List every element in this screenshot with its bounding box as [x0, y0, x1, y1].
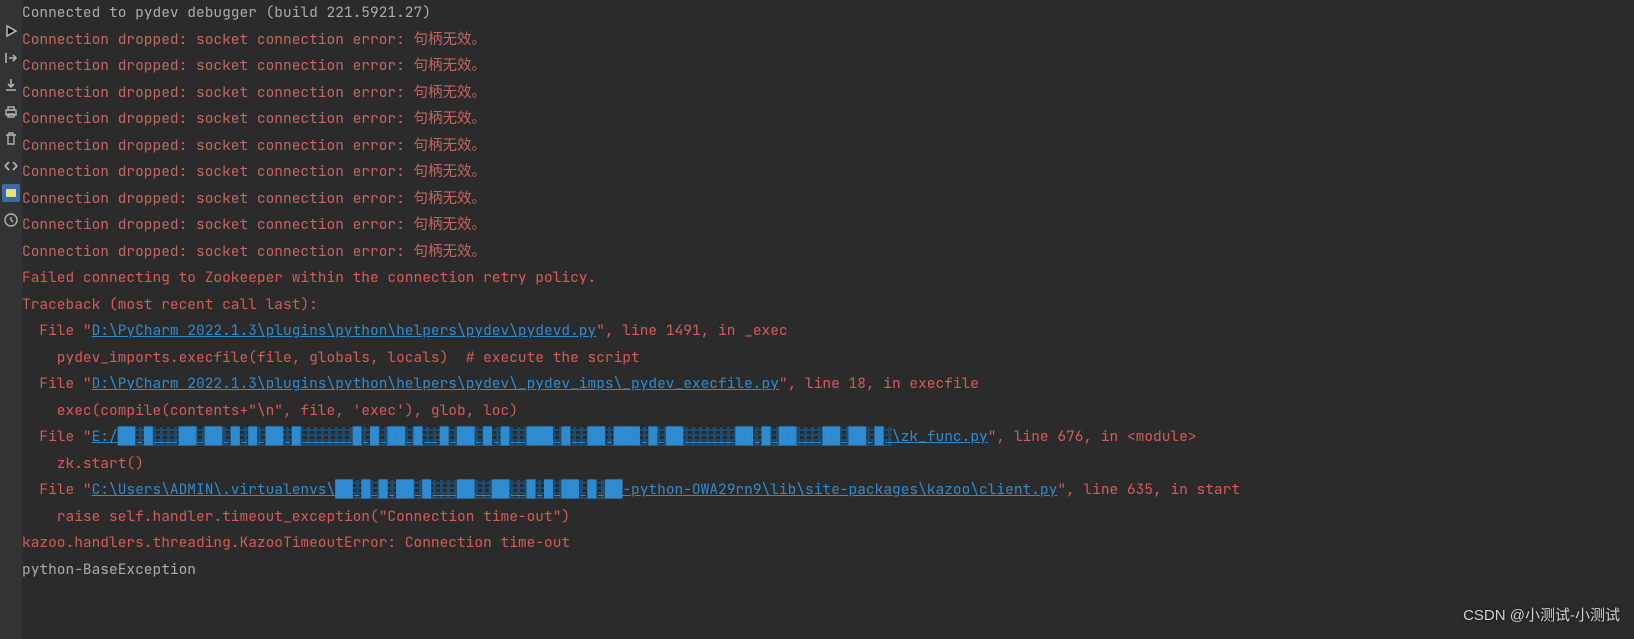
console-line: python-BaseException: [22, 557, 1634, 584]
console-text: File ": [22, 374, 92, 393]
console-line: Connection dropped: socket connection er…: [22, 133, 1634, 160]
file-link[interactable]: D:\PyCharm 2022.1.3\plugins\python\helpe…: [92, 321, 597, 340]
console-text: Failed connecting to Zookeeper within th…: [22, 268, 596, 287]
console-text: Connection dropped: socket connection er…: [22, 56, 486, 75]
file-link[interactable]: -python-OWA29rn9\lib\site-packages\kazoo…: [622, 480, 1057, 499]
console-text: Connected to pydev debugger (build 221.5…: [22, 3, 431, 22]
console-text: raise self.handler.timeout_exception("Co…: [22, 507, 570, 526]
console-text: File ": [22, 480, 92, 499]
console-line: File "D:\PyCharm 2022.1.3\plugins\python…: [22, 371, 1634, 398]
console-line: Connection dropped: socket connection er…: [22, 53, 1634, 80]
trash-icon[interactable]: [2, 130, 20, 148]
console-line: Connection dropped: socket connection er…: [22, 212, 1634, 239]
console-text: exec(compile(contents+"\n", file, 'exec'…: [22, 401, 518, 420]
console-line: Connection dropped: socket connection er…: [22, 239, 1634, 266]
console-text: Connection dropped: socket connection er…: [22, 189, 486, 208]
console-line: pydev_imports.execfile(file, globals, lo…: [22, 345, 1634, 372]
console-text: python-BaseException: [22, 560, 196, 579]
console-line: Traceback (most recent call last):: [22, 292, 1634, 319]
console-text: ", line 676, in <module>: [988, 427, 1197, 446]
console-text: ", line 18, in execfile: [779, 374, 979, 393]
file-link[interactable]: C:\Users\ADMIN\.virtualenvs\: [92, 480, 336, 499]
console-line: Connection dropped: socket connection er…: [22, 186, 1634, 213]
console-text: Connection dropped: socket connection er…: [22, 83, 486, 102]
console-text: Connection dropped: socket connection er…: [22, 242, 486, 261]
history-icon[interactable]: [2, 211, 20, 229]
console-text: Traceback (most recent call last):: [22, 295, 318, 314]
console-text: Connection dropped: socket connection er…: [22, 215, 486, 234]
console-line: File "C:\Users\ADMIN\.virtualenvs\██ █ █…: [22, 477, 1634, 504]
console-text: Connection dropped: socket connection er…: [22, 30, 486, 49]
console-line: Connection dropped: socket connection er…: [22, 80, 1634, 107]
console-line: Connected to pydev debugger (build 221.5…: [22, 0, 1634, 27]
step-icon[interactable]: [2, 49, 20, 67]
console-line: kazoo.handlers.threading.KazooTimeoutErr…: [22, 530, 1634, 557]
console-line: raise self.handler.timeout_exception("Co…: [22, 504, 1634, 531]
file-link[interactable]: ██ █ █ ██ █ ██ ██ █ █ ██ █ ██: [335, 480, 622, 499]
console-text: Connection dropped: socket connection er…: [22, 162, 486, 181]
console-line: Connection dropped: socket connection er…: [22, 27, 1634, 54]
file-link[interactable]: ██ █ ██ ██ █ █ ██ █ █ █ ██ █ █ ██ █ █ ██…: [118, 427, 892, 446]
rerun-icon[interactable]: [2, 22, 20, 40]
console-text: ", line 1491, in _exec: [596, 321, 787, 340]
console-text: zk.start(): [22, 454, 144, 473]
console-gutter: [0, 0, 22, 639]
console-line: Connection dropped: socket connection er…: [22, 106, 1634, 133]
print-icon[interactable]: [2, 103, 20, 121]
console-text: File ": [22, 427, 92, 446]
file-link[interactable]: D:\PyCharm 2022.1.3\plugins\python\helpe…: [92, 374, 779, 393]
console-line: zk.start(): [22, 451, 1634, 478]
console-text: kazoo.handlers.threading.KazooTimeoutErr…: [22, 533, 570, 552]
console-line: Failed connecting to Zookeeper within th…: [22, 265, 1634, 292]
console-text: pydev_imports.execfile(file, globals, lo…: [22, 348, 640, 367]
console-text: Connection dropped: socket connection er…: [22, 136, 486, 155]
console-line: Connection dropped: socket connection er…: [22, 159, 1634, 186]
file-link[interactable]: E:/: [92, 427, 118, 446]
console-text: File ": [22, 321, 92, 340]
file-link[interactable]: \zk_func.py: [892, 427, 988, 446]
console-line: exec(compile(contents+"\n", file, 'exec'…: [22, 398, 1634, 425]
console-text: Connection dropped: socket connection er…: [22, 109, 486, 128]
console-line: File "E:/██ █ ██ ██ █ █ ██ █ █ █ ██ █ █ …: [22, 424, 1634, 451]
watermark: CSDN @小测试-小测试: [1463, 603, 1620, 630]
highlight-icon[interactable]: [2, 184, 20, 202]
console-output[interactable]: Connected to pydev debugger (build 221.5…: [22, 0, 1634, 639]
console-text: ", line 635, in start: [1057, 480, 1240, 499]
download-icon[interactable]: [2, 76, 20, 94]
console-line: File "D:\PyCharm 2022.1.3\plugins\python…: [22, 318, 1634, 345]
scroll-icon[interactable]: [2, 157, 20, 175]
